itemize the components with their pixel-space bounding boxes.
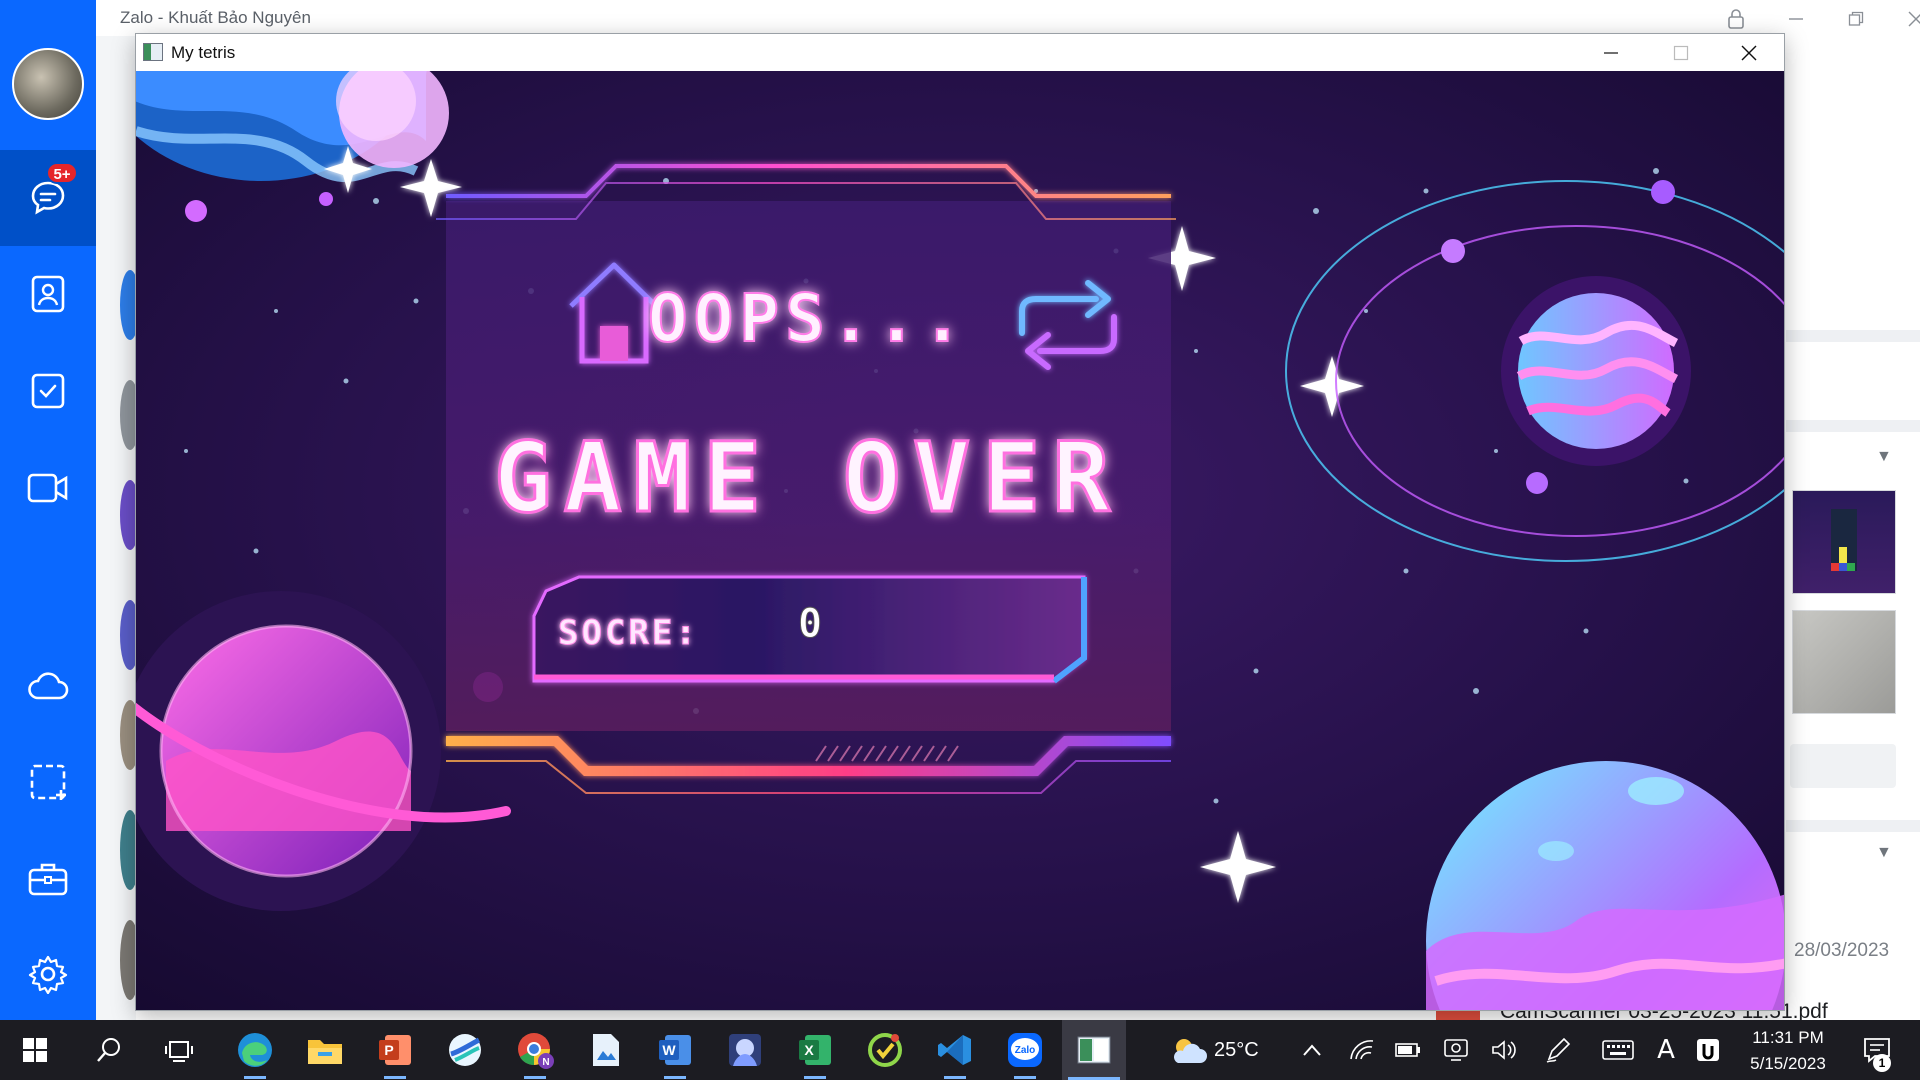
screenshot-icon[interactable] [0,734,96,830]
weather-icon[interactable] [1164,1020,1212,1080]
notification-count: 1 [1873,1054,1891,1072]
oops-heading: OOPS... [648,280,968,357]
my-tetris-taskbar-icon[interactable] [1062,1020,1126,1080]
file-explorer-icon[interactable] [294,1020,356,1080]
weather-temperature[interactable]: 25°C [1214,1039,1259,1062]
settings-icon[interactable] [0,926,96,1022]
zalo-sidebar: 5+ [0,0,96,1020]
zalo-titlebar: Zalo - Khuất Bảo Nguyên [96,0,1920,36]
clock-date[interactable]: 5/15/2023 [1738,1054,1838,1074]
zalo-restore-button[interactable] [1826,4,1886,34]
clock-time[interactable]: 11:31 PM [1738,1028,1838,1048]
panel-divider [1786,420,1920,432]
app-green-icon[interactable] [854,1020,916,1080]
pen-icon[interactable] [1538,1020,1578,1080]
file-date: 28/03/2023 [1794,940,1890,961]
score-box: SOCRE: 0 [532,575,1087,684]
chat-icon[interactable] [0,150,96,246]
chevron-down-icon[interactable]: ▼ [1876,844,1892,862]
game-minimize-button[interactable] [1576,34,1646,71]
keyboard-icon[interactable] [1598,1020,1638,1080]
task-view-icon[interactable] [148,1020,210,1080]
score-label: SOCRE: [558,613,699,653]
windows-start-icon[interactable] [4,1020,66,1080]
chevron-down-icon[interactable]: ▼ [1876,448,1892,466]
unread-badge: 5+ [46,162,78,184]
display-icon[interactable] [1436,1020,1476,1080]
game-close-button[interactable] [1714,34,1784,71]
windows-taskbar: P N W X Zalo 25°C A 11:31 PM 5/15/2023 1 [0,1020,1920,1080]
panel-divider [1786,330,1920,342]
game-over-screen: OOPS... GAME OVER SOCRE: 0 [136,71,1784,1010]
svg-text:P: P [384,1042,393,1058]
game-icon[interactable] [714,1020,776,1080]
media-thumbnail[interactable] [1792,610,1896,714]
browser-icon[interactable] [434,1020,496,1080]
cloud-icon[interactable] [0,638,96,734]
search-icon[interactable] [78,1020,140,1080]
battery-icon[interactable] [1388,1020,1428,1080]
wifi-icon[interactable] [1342,1020,1382,1080]
panel-search-box[interactable] [1790,744,1896,788]
excel-icon[interactable]: X [784,1020,846,1080]
app-icon [143,43,163,61]
game-over-heading: GAME OVER [494,422,1122,534]
video-icon[interactable] [0,440,96,536]
powerpoint-icon[interactable]: P [364,1020,426,1080]
my-tetris-window: My tetris OOPS... GAME OVER SOCRE: 0 [135,33,1785,1011]
panel-divider [1786,820,1920,832]
edge-icon[interactable] [224,1020,286,1080]
chevron-up-icon[interactable] [1292,1020,1332,1080]
svg-text:N: N [542,1057,549,1068]
svg-text:Zalo: Zalo [1015,1045,1036,1056]
chrome-icon[interactable]: N [504,1020,566,1080]
score-value: 0 [798,601,822,647]
zalo-minimize-button[interactable] [1766,4,1826,34]
todo-icon[interactable] [0,343,96,439]
avatar[interactable] [12,48,84,120]
toolbox-icon[interactable] [0,831,96,927]
unikey-icon[interactable] [1688,1020,1728,1080]
input-language[interactable]: A [1646,1020,1686,1080]
game-maximize-button[interactable] [1646,34,1716,71]
zalo-icon[interactable]: Zalo [994,1020,1056,1080]
lock-icon[interactable] [1706,4,1766,34]
vscode-icon[interactable] [924,1020,986,1080]
zalo-window-title: Zalo - Khuất Bảo Nguyên [120,8,311,27]
game-window-title: My tetris [171,43,236,62]
word-icon[interactable]: W [644,1020,706,1080]
svg-text:W: W [662,1042,676,1058]
svg-text:X: X [804,1042,814,1058]
volume-icon[interactable] [1484,1020,1524,1080]
photos-icon[interactable] [574,1020,636,1080]
media-thumbnail[interactable] [1792,490,1896,594]
contacts-icon[interactable] [0,246,96,342]
zalo-close-button[interactable] [1886,4,1920,34]
game-titlebar: My tetris [136,34,1784,71]
